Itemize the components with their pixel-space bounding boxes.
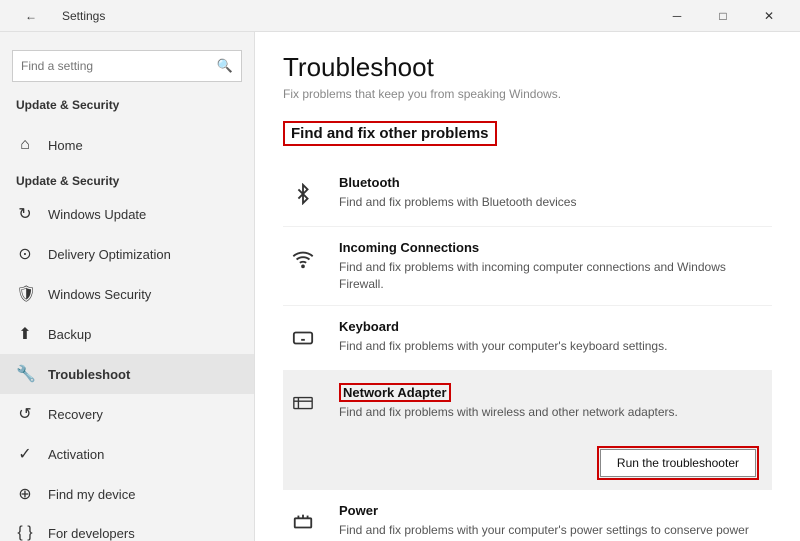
ts-text-power: Power Find and fix problems with your co… — [339, 502, 772, 541]
section-heading: Find and fix other problems — [283, 121, 497, 146]
ts-item-incoming-connections[interactable]: Incoming Connections Find and fix proble… — [283, 227, 772, 306]
search-input[interactable] — [21, 59, 217, 73]
ts-name-bluetooth: Bluetooth — [339, 175, 400, 190]
sidebar-top: 🔍 Update & Security — [0, 32, 254, 126]
ts-desc-bluetooth: Find and fix problems with Bluetooth dev… — [339, 194, 772, 211]
main-content: Troubleshoot Fix problems that keep you … — [255, 32, 800, 541]
sidebar-label-activation: Activation — [48, 447, 104, 462]
activation-icon: ✓ — [16, 444, 34, 464]
ts-desc-keyboard: Find and fix problems with your computer… — [339, 338, 772, 355]
recovery-icon: ↺ — [16, 404, 34, 424]
find-my-device-icon: ⊕ — [16, 484, 34, 504]
back-button[interactable]: ← — [8, 0, 54, 32]
titlebar-left: ← Settings — [8, 0, 105, 32]
sidebar-label-troubleshoot: Troubleshoot — [48, 367, 130, 382]
close-button[interactable]: ✕ — [746, 0, 792, 32]
page-subtitle: Fix problems that keep you from speaking… — [283, 87, 772, 101]
ts-name-keyboard: Keyboard — [339, 319, 399, 334]
app-container: 🔍 Update & Security ⌂ Home Update & Securi… — [0, 32, 800, 541]
ts-text-incoming-connections: Incoming Connections Find and fix proble… — [339, 239, 772, 293]
sidebar-item-activation[interactable]: ✓ Activation — [0, 434, 254, 474]
sidebar-item-find-my-device[interactable]: ⊕ Find my device — [0, 474, 254, 514]
sidebar-item-windows-security[interactable]: 🛡 Windows Security — [0, 274, 254, 314]
ts-item-bluetooth[interactable]: Bluetooth Find and fix problems with Blu… — [283, 162, 772, 227]
titlebar: ← Settings ─ □ ✕ — [0, 0, 800, 32]
sidebar-item-recovery[interactable]: ↺ Recovery — [0, 394, 254, 434]
ts-name-power: Power — [339, 503, 378, 518]
ts-icon-network-adapter — [283, 383, 323, 423]
for-developers-icon: { } — [16, 524, 34, 541]
search-icon: 🔍 — [217, 58, 233, 74]
sidebar-label-recovery: Recovery — [48, 407, 103, 422]
sidebar-search-box[interactable]: 🔍 — [12, 50, 242, 82]
titlebar-title: Settings — [62, 9, 105, 23]
sidebar-label-find-my-device: Find my device — [48, 487, 135, 502]
minimize-button[interactable]: ─ — [654, 0, 700, 32]
sidebar-item-for-developers[interactable]: { } For developers — [0, 514, 254, 541]
troubleshoot-icon: 🔧 — [16, 364, 34, 384]
home-icon: ⌂ — [16, 136, 34, 154]
ts-desc-power: Find and fix problems with your computer… — [339, 522, 772, 541]
ts-item-network-adapter[interactable]: Network Adapter Find and fix problems wi… — [283, 371, 772, 490]
ts-desc-network-adapter: Find and fix problems with wireless and … — [339, 404, 772, 421]
sidebar-label-windows-update: Windows Update — [48, 207, 146, 222]
backup-icon: ⬆ — [16, 324, 34, 344]
ts-text-bluetooth: Bluetooth Find and fix problems with Blu… — [339, 174, 772, 211]
sidebar-item-troubleshoot[interactable]: 🔧 Troubleshoot — [0, 354, 254, 394]
ts-icon-power — [283, 502, 323, 541]
sidebar-label-backup: Backup — [48, 327, 91, 342]
sidebar: 🔍 Update & Security ⌂ Home Update & Securi… — [0, 32, 255, 541]
ts-item-power[interactable]: Power Find and fix problems with your co… — [283, 490, 772, 541]
delivery-optimization-icon: ⊙ — [16, 244, 34, 264]
ts-icon-bluetooth — [283, 174, 323, 214]
sidebar-item-label: Home — [48, 138, 83, 153]
sidebar-item-backup[interactable]: ⬆ Backup — [0, 314, 254, 354]
ts-desc-incoming-connections: Find and fix problems with incoming comp… — [339, 259, 772, 293]
page-title: Troubleshoot — [283, 52, 772, 83]
ts-expand-row-network-adapter: Run the troubleshooter — [283, 439, 772, 489]
ts-text-keyboard: Keyboard Find and fix problems with your… — [339, 318, 772, 355]
windows-security-icon: 🛡 — [16, 284, 34, 304]
sidebar-section-title: Update & Security — [0, 88, 254, 118]
sidebar-label-delivery-optimization: Delivery Optimization — [48, 247, 171, 262]
ts-item-keyboard[interactable]: Keyboard Find and fix problems with your… — [283, 306, 772, 371]
maximize-button[interactable]: □ — [700, 0, 746, 32]
sidebar-items-container: ⌂ Home Update & Security ↻ Windows Update ⊙ De… — [0, 126, 254, 541]
titlebar-controls: ─ □ ✕ — [654, 0, 792, 32]
ts-text-network-adapter: Network Adapter Find and fix problems wi… — [339, 383, 772, 421]
ts-name-incoming-connections: Incoming Connections — [339, 240, 479, 255]
sidebar-label-for-developers: For developers — [48, 526, 135, 541]
update-security-title: Update & Security — [0, 164, 254, 194]
ts-icon-keyboard — [283, 318, 323, 358]
ts-name-network-adapter: Network Adapter — [339, 383, 451, 402]
windows-update-icon: ↻ — [16, 204, 34, 224]
sidebar-label-windows-security: Windows Security — [48, 287, 151, 302]
sidebar-item-delivery-optimization[interactable]: ⊙ Delivery Optimization — [0, 234, 254, 274]
ts-icon-incoming-connections — [283, 239, 323, 279]
run-troubleshooter-button[interactable]: Run the troubleshooter — [600, 449, 756, 477]
sidebar-item-home[interactable]: ⌂ Home — [0, 126, 254, 164]
sidebar-item-windows-update[interactable]: ↻ Windows Update — [0, 194, 254, 234]
troubleshoot-list: Bluetooth Find and fix problems with Blu… — [283, 162, 772, 541]
